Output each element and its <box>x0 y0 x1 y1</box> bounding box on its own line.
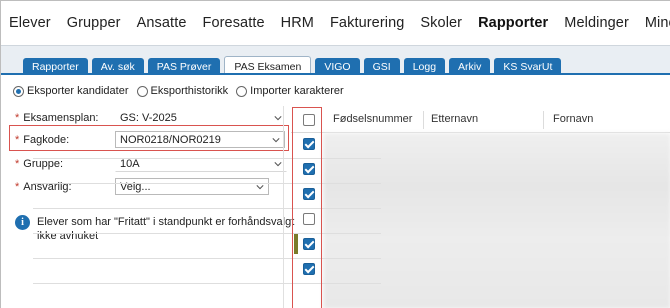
eksamensplan-label: Eksamensplan: <box>23 111 99 124</box>
required-marker: * <box>15 157 20 170</box>
row-checkbox[interactable] <box>303 138 315 150</box>
row-checkbox[interactable] <box>303 238 315 250</box>
eksamensplan-row: * Eksamensplan: GS: V-2025 <box>15 109 287 126</box>
select-all-checkbox[interactable] <box>303 114 315 126</box>
nav-item-fakturering[interactable]: Fakturering <box>330 15 404 31</box>
radio-importer-karakterer[interactable]: Importer karakterer <box>236 85 344 97</box>
chevron-down-icon <box>272 137 280 142</box>
nav-item-rapporter[interactable]: Rapporter <box>478 15 548 31</box>
nav-item-skoler[interactable]: Skoler <box>420 15 462 31</box>
export-mode-radios: Eksporter kandidater Eksporthistorikk Im… <box>13 85 352 97</box>
row-divider <box>33 158 381 159</box>
chevron-down-icon <box>274 115 282 120</box>
col-fodselsnummer[interactable]: Fødselsnummer <box>333 113 412 125</box>
required-marker: * <box>15 111 20 124</box>
row-checkbox[interactable] <box>303 188 315 200</box>
panel-divider <box>283 106 284 308</box>
nav-item-hrm[interactable]: HRM <box>281 15 314 31</box>
radio-button[interactable] <box>236 85 248 97</box>
fagkode-label: Fagkode: <box>23 133 70 146</box>
row-checkbox[interactable] <box>303 263 315 275</box>
ansvarlig-row: * Ansvarlig: Velg... <box>15 178 269 195</box>
info-text: Elever som har "Fritatt" i standpunkt er… <box>37 215 294 243</box>
radio-button[interactable] <box>136 85 148 97</box>
blurred-rows <box>323 133 670 308</box>
required-marker: * <box>15 180 20 193</box>
nav-item-mine-dokumenter[interactable]: Mine dokumen <box>645 15 670 31</box>
info-text-line-2: ikke avhuket <box>37 230 99 242</box>
row-divider <box>33 258 381 259</box>
info-text-line-1: Elever som har "Fritatt" i standpunkt er… <box>37 216 295 228</box>
gruppe-label: Gruppe: <box>23 157 64 170</box>
row-divider <box>33 283 381 284</box>
fagkode-value: NOR0218/NOR0219 <box>120 133 221 146</box>
chevron-down-icon <box>274 161 282 166</box>
eksamensplan-value: GS: V-2025 <box>120 111 177 124</box>
radio-eksporthistorikk[interactable]: Eksporthistorikk <box>136 85 229 97</box>
nav-item-grupper[interactable]: Grupper <box>67 15 121 31</box>
row-divider <box>33 183 381 184</box>
nav-item-meldinger[interactable]: Meldinger <box>564 15 629 31</box>
radio-label: Eksporter kandidater <box>27 85 129 97</box>
fagkode-select[interactable]: NOR0218/NOR0219 <box>115 131 285 148</box>
row-checkbox[interactable] <box>303 163 315 175</box>
radio-button[interactable] <box>13 85 24 97</box>
nav-item-foresatte[interactable]: Foresatte <box>202 15 264 31</box>
nav-item-ansatte[interactable]: Ansatte <box>137 15 187 31</box>
row-divider <box>33 233 381 234</box>
col-fornavn[interactable]: Fornavn <box>553 113 593 125</box>
column-divider <box>423 111 424 129</box>
grid-header: Fødselsnummer Etternavn Fornavn <box>291 107 670 133</box>
row-checkbox[interactable] <box>303 213 315 225</box>
row-marker <box>294 234 298 254</box>
fagkode-row: * Fagkode: NOR0218/NOR0219 <box>15 131 285 148</box>
column-divider <box>543 111 544 129</box>
col-etternavn[interactable]: Etternavn <box>431 113 478 125</box>
tab-strip: Rapporter Av. søk PAS Prøver PAS Eksamen… <box>1 45 670 76</box>
radio-eksporter-kandidater[interactable]: Eksporter kandidater <box>13 85 129 97</box>
eksamensplan-select[interactable]: GS: V-2025 <box>115 109 287 126</box>
fritatt-info: i Elever som har "Fritatt" i standpunkt … <box>15 215 294 243</box>
top-nav: Elever Grupper Ansatte Foresatte HRM Fak… <box>1 1 670 45</box>
radio-label: Importer karakterer <box>250 85 344 97</box>
gruppe-value: 10A <box>120 157 140 170</box>
required-marker: * <box>15 133 20 146</box>
radio-label: Eksporthistorikk <box>150 85 229 97</box>
ansvarlig-select[interactable]: Velg... <box>115 178 269 195</box>
info-icon: i <box>15 215 30 230</box>
nav-item-elever[interactable]: Elever <box>9 15 51 31</box>
row-divider <box>33 208 381 209</box>
pas-eksamen-panel: Eksporter kandidater Eksporthistorikk Im… <box>1 75 670 308</box>
